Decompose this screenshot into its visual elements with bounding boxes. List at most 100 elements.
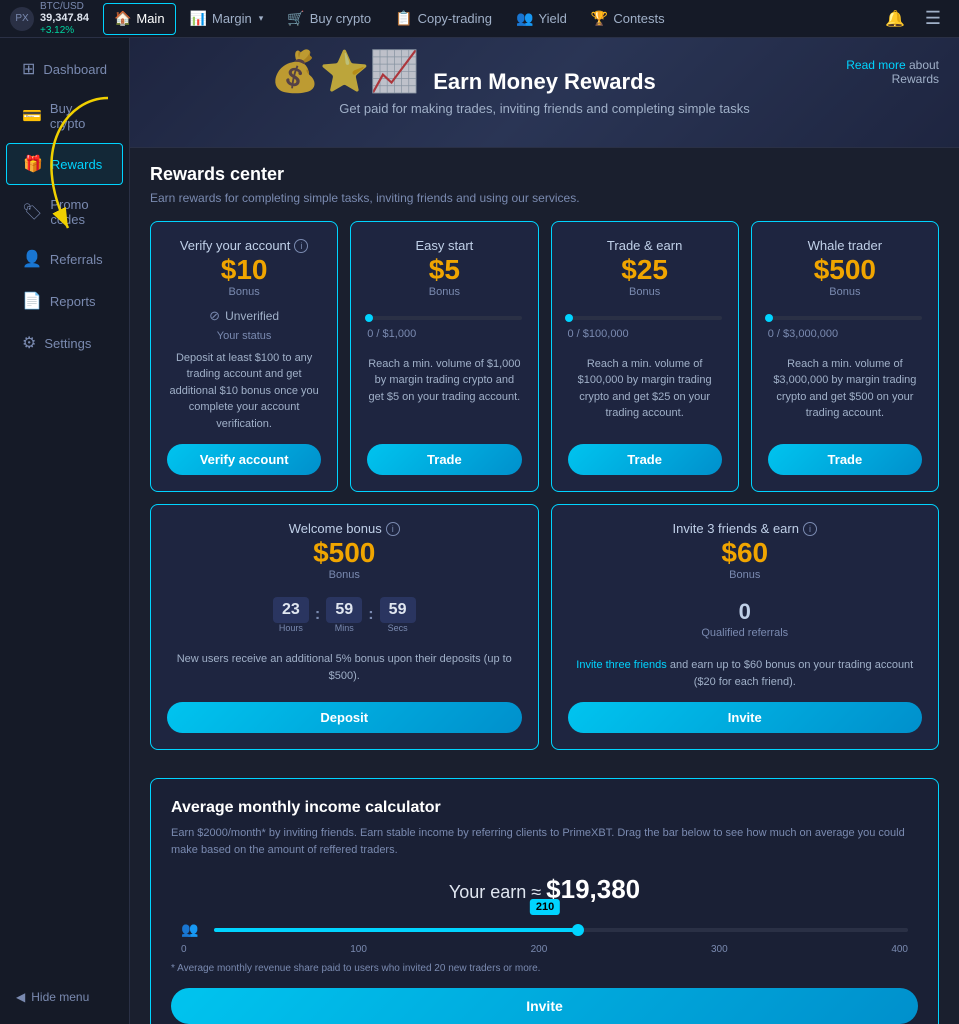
logo: PX BTC/USD 39,347.84 +3.12%	[10, 1, 89, 35]
easy-start-progress-bar	[367, 316, 521, 320]
whale-trader-card-title: Whale trader	[808, 238, 882, 253]
trade-earn-card-title: Trade & earn	[607, 238, 682, 253]
home-icon: 🏠	[114, 10, 131, 27]
main-content: 💰⭐📈 Earn Money Rewards Get paid for maki…	[130, 38, 959, 1024]
nav-item-margin[interactable]: 📊 Margin ▾	[180, 3, 274, 35]
easy-start-card: Easy start $5 Bonus 0 / $1,000 Reach a m…	[350, 221, 538, 492]
invite-friends-amount: $60	[721, 538, 768, 569]
traders-slider[interactable]	[214, 928, 908, 932]
nav-yield-label: Yield	[538, 11, 566, 26]
chevron-down-icon: ▾	[259, 13, 264, 24]
hamburger-menu-icon[interactable]: ☰	[917, 8, 949, 29]
verify-info-icon[interactable]: i	[294, 239, 308, 253]
sidebar-item-reports[interactable]: 📄 Reports	[6, 281, 123, 321]
easy-start-progress-text: 0 / $1,000	[367, 328, 416, 340]
invite-friends-bonus-label: Bonus	[729, 569, 760, 581]
sidebar-item-referrals[interactable]: 👤 Referrals	[6, 239, 123, 279]
timer-colon-1: :	[315, 606, 320, 624]
referral-count: 0	[739, 599, 751, 625]
slider-labels: 0 100 200 300 400	[181, 944, 908, 955]
whale-trader-trade-button[interactable]: Trade	[768, 444, 922, 475]
dashboard-icon: ⊞	[22, 59, 35, 79]
sidebar-reports-label: Reports	[50, 294, 96, 309]
welcome-bonus-amount: $500	[313, 538, 375, 569]
sidebar-item-settings[interactable]: ⚙ Settings	[6, 323, 123, 363]
top-navigation: PX BTC/USD 39,347.84 +3.12% 🏠 Main 📊 Mar…	[0, 0, 959, 38]
notification-bell-icon[interactable]: 🔔	[877, 9, 913, 29]
sidebar-item-rewards[interactable]: 🎁 Rewards	[6, 143, 123, 185]
read-more-link[interactable]: Read more	[846, 58, 909, 72]
invite-friends-desc: Invite three friends and earn up to $60 …	[568, 657, 923, 690]
btc-change: +3.12%	[40, 25, 89, 36]
trade-earn-card: Trade & earn $25 Bonus 0 / $100,000 Reac…	[551, 221, 739, 492]
verify-card-title: Verify your account i	[180, 238, 309, 253]
slider-label-300: 300	[711, 944, 728, 955]
timer-hours-label: Hours	[279, 623, 303, 633]
buy-crypto-sidebar-icon: 💳	[22, 106, 42, 126]
buy-crypto-icon: 🛒	[287, 10, 304, 27]
nav-item-buy-crypto[interactable]: 🛒 Buy crypto	[277, 3, 381, 35]
rewards-banner: 💰⭐📈 Earn Money Rewards Get paid for maki…	[130, 38, 959, 148]
welcome-bonus-timer: 23 Hours : 59 Mins : 59 Secs	[273, 597, 416, 633]
sidebar-item-promo-codes[interactable]: 🏷 Promo codes	[6, 187, 123, 237]
whale-trader-amount: $500	[814, 255, 876, 286]
section-description: Earn rewards for completing simple tasks…	[150, 191, 939, 205]
yield-icon: 👥	[516, 10, 533, 27]
whale-trader-progress-fill	[768, 316, 770, 320]
referral-label: Qualified referrals	[701, 627, 788, 639]
trade-earn-trade-button[interactable]: Trade	[568, 444, 722, 475]
invite-friends-info-icon[interactable]: i	[803, 522, 817, 536]
easy-start-progress-fill	[367, 316, 369, 320]
easy-start-amount: $5	[429, 255, 460, 286]
sidebar-item-dashboard[interactable]: ⊞ Dashboard	[6, 49, 123, 89]
timer-mins-label: Mins	[335, 623, 354, 633]
invite-friends-card: Invite 3 friends & earn i $60 Bonus 0 Qu…	[551, 504, 940, 750]
trade-earn-bonus-label: Bonus	[629, 286, 660, 298]
easy-start-trade-button[interactable]: Trade	[367, 444, 521, 475]
logo-icon: PX	[10, 7, 34, 31]
btc-value: 39,347.84	[40, 12, 89, 24]
bottom-cards-row: Welcome bonus i $500 Bonus 23 Hours : 59	[150, 504, 939, 750]
verify-bonus-label: Bonus	[229, 286, 260, 298]
copy-trading-icon: 📋	[395, 10, 412, 27]
welcome-bonus-label: Bonus	[329, 569, 360, 581]
easy-start-card-title: Easy start	[415, 238, 473, 253]
calculator-description: Earn $2000/month* by inviting friends. E…	[171, 825, 918, 858]
nav-item-copy-trading[interactable]: 📋 Copy-trading	[385, 3, 502, 35]
main-layout: ⊞ Dashboard 💳 Buy crypto 🎁 Rewards 🏷 Pro…	[0, 38, 959, 1024]
nav-item-contests[interactable]: 🏆 Contests	[581, 3, 675, 35]
invite-three-friends-link[interactable]: Invite three friends	[576, 659, 670, 671]
sidebar-promo-codes-label: Promo codes	[50, 197, 107, 227]
trade-earn-progress-fill	[568, 316, 570, 320]
slider-label-0: 0	[181, 944, 187, 955]
nav-item-main[interactable]: 🏠 Main	[103, 3, 176, 35]
calculator-invite-button[interactable]: Invite	[171, 988, 918, 1024]
trade-earn-progress-text: 0 / $100,000	[568, 328, 629, 340]
sidebar-item-buy-crypto[interactable]: 💳 Buy crypto	[6, 91, 123, 141]
sidebar-rewards-label: Rewards	[51, 157, 102, 172]
trade-earn-desc: Reach a min. volume of $100,000 by margi…	[568, 356, 722, 422]
hide-menu-button[interactable]: ◀ Hide menu	[0, 980, 129, 1014]
invite-button[interactable]: Invite	[568, 702, 923, 733]
hide-menu-arrow-icon: ◀	[16, 990, 25, 1004]
contests-icon: 🏆	[591, 10, 608, 27]
whale-trader-desc: Reach a min. volume of $3,000,000 by mar…	[768, 356, 922, 422]
banner-read-more[interactable]: Read more about Rewards	[846, 58, 939, 86]
nav-item-yield[interactable]: 👥 Yield	[506, 3, 577, 35]
promo-codes-icon: 🏷	[22, 202, 42, 222]
whale-trader-progress-bar	[768, 316, 922, 320]
sidebar-settings-label: Settings	[44, 336, 91, 351]
verify-account-button[interactable]: Verify account	[167, 444, 321, 475]
banner-decoration: 💰⭐📈	[270, 48, 419, 95]
welcome-bonus-info-icon[interactable]: i	[386, 522, 400, 536]
sidebar-buy-crypto-label: Buy crypto	[50, 101, 107, 131]
easy-start-desc: Reach a min. volume of $1,000 by margin …	[367, 356, 521, 406]
whale-trader-bonus-label: Bonus	[829, 286, 860, 298]
top-cards-row: Verify your account i $10 Bonus ⊘ Unveri…	[150, 221, 939, 492]
deposit-button[interactable]: Deposit	[167, 702, 522, 733]
progress-dot-2	[565, 314, 573, 322]
people-icon: 👥	[181, 921, 198, 938]
timer-hours: 23	[273, 597, 309, 623]
timer-colon-2: :	[368, 606, 373, 624]
section-title: Rewards center	[150, 164, 939, 185]
